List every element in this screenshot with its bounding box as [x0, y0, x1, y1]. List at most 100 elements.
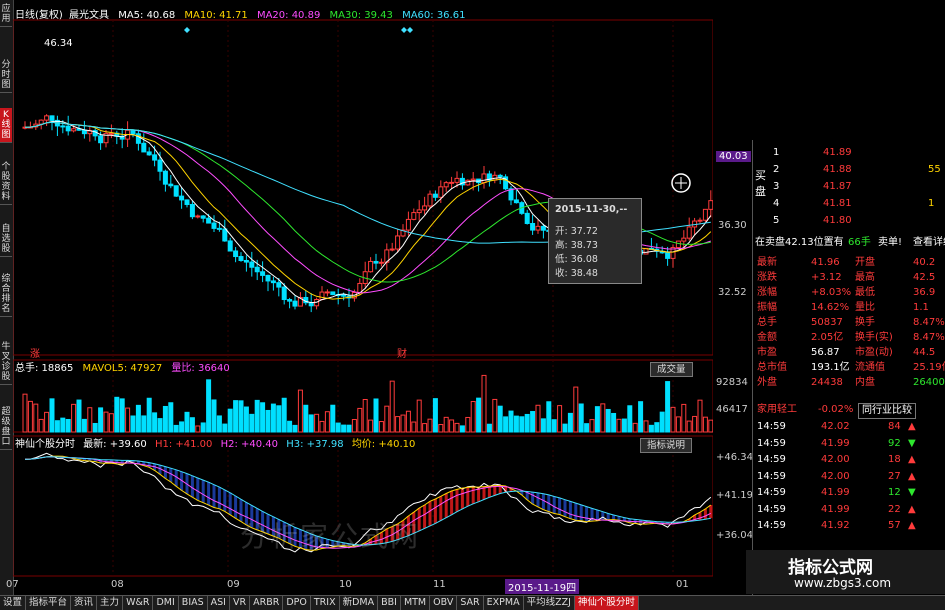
- arrow-up-icon: ▲: [908, 503, 916, 515]
- indicator-tab[interactable]: 资讯: [71, 596, 98, 610]
- indicator-tab[interactable]: 平均线ZZJ: [524, 596, 575, 610]
- indicator-tab[interactable]: 新DMA: [340, 596, 379, 610]
- candle-body: [276, 282, 282, 288]
- indicator-tab[interactable]: DMI: [153, 596, 179, 610]
- volume-bar: [594, 406, 600, 433]
- volume-bar: [459, 425, 465, 433]
- volume-bar: [179, 421, 185, 433]
- candle-body: [481, 173, 487, 184]
- indicator-tab[interactable]: W&R: [123, 596, 154, 610]
- side-tab[interactable]: K线图: [0, 108, 12, 143]
- candle-body: [249, 261, 255, 268]
- indicator-tab[interactable]: 指标平台: [26, 596, 72, 610]
- tick-price: 41.99: [821, 487, 850, 498]
- tick-price: 42.00: [821, 470, 850, 482]
- volume-bar: [200, 422, 206, 433]
- indicator-axis-tick: +41.19: [716, 490, 754, 501]
- indicator-axis-tick: +36.04: [716, 530, 754, 541]
- tick-volume: 12: [888, 487, 901, 498]
- quote-label: 涨幅: [757, 287, 777, 298]
- side-tab[interactable]: 牛叉诊股: [0, 340, 12, 385]
- indicator-tab[interactable]: BIAS: [179, 596, 208, 610]
- indicator-tab[interactable]: 主力: [97, 596, 124, 610]
- side-tab[interactable]: 应用: [0, 2, 12, 27]
- volume-bar: [400, 414, 406, 433]
- indicator-tab[interactable]: 神仙个股分时: [574, 596, 639, 610]
- candle-body: [260, 271, 266, 276]
- industry-name: 家用轻工: [757, 404, 797, 415]
- indicator-tab[interactable]: 设置: [0, 596, 27, 610]
- candle-body: [681, 237, 687, 242]
- diamond-marker-icon: [407, 27, 413, 33]
- volume-bar: [76, 399, 82, 433]
- indicator-tab[interactable]: DPO: [283, 596, 311, 610]
- volume-bar: [449, 419, 455, 433]
- quote-value: 50837: [811, 317, 843, 328]
- tick-volume: 92: [888, 437, 901, 449]
- x-axis-tick: 01: [676, 579, 689, 590]
- indicator-tab[interactable]: SAR: [457, 596, 484, 610]
- industry-compare-button[interactable]: 同行业比较: [858, 403, 916, 419]
- volume-button[interactable]: 成交量: [650, 362, 693, 377]
- volume-bar: [141, 415, 147, 433]
- status-text: 在卖盘42.13位置有: [755, 237, 844, 248]
- volume-bar: [702, 416, 708, 433]
- indicator-tab[interactable]: BBI: [378, 596, 401, 610]
- side-tab[interactable]: 个股资料: [0, 160, 12, 205]
- candle-body: [200, 215, 206, 219]
- volume-bar: [346, 424, 352, 433]
- status-detail-link[interactable]: 查看详细: [913, 236, 945, 250]
- indicator-tab[interactable]: ASI: [208, 596, 230, 610]
- tick-price: 41.99: [821, 503, 850, 515]
- chart-area[interactable]: [12, 0, 714, 595]
- candle-body: [427, 193, 433, 207]
- side-tab[interactable]: 综合排名: [0, 272, 12, 317]
- indicator-tab[interactable]: EXPMA: [484, 596, 524, 610]
- volume-bar: [389, 380, 395, 433]
- candle-body: [686, 226, 692, 239]
- tick-row: 14:59 41.99 92 ▼: [753, 437, 945, 451]
- price-axis-tick: 36.30: [718, 220, 747, 231]
- quote-label: 振幅: [757, 302, 777, 313]
- order-volume: 1: [928, 198, 935, 209]
- volume-mavol: MAVOL5: 47927: [82, 363, 163, 374]
- indicator-tab[interactable]: MTM: [401, 596, 431, 610]
- volume-bar: [567, 412, 573, 433]
- candle-body: [173, 185, 179, 197]
- volume-bar: [281, 397, 287, 433]
- indicator-tab[interactable]: ARBR: [250, 596, 284, 610]
- candle-body: [233, 250, 239, 258]
- indicator-help-button[interactable]: 指标说明: [640, 438, 693, 453]
- order-book-row: 2 41.88 55: [753, 163, 945, 177]
- quote-label: 量比: [855, 302, 875, 313]
- quote-label: 外盘: [757, 377, 777, 388]
- tick-price: 41.92: [821, 520, 850, 531]
- volume-bar: [562, 423, 568, 433]
- x-axis-highlight: 2015-11-19四: [505, 579, 580, 594]
- candle-body: [146, 151, 152, 156]
- volume-bar: [395, 416, 401, 433]
- period-label: 日线(复权): [15, 10, 63, 21]
- volume-bar: [481, 374, 487, 433]
- quote-label: 最低: [855, 287, 875, 298]
- quote-row: 总手 50837 换手 8.47%: [753, 316, 945, 330]
- side-tab[interactable]: 自选股: [0, 222, 12, 257]
- volume-bar: [319, 420, 325, 433]
- kline-chart[interactable]: [12, 0, 714, 595]
- order-level: 5: [773, 215, 780, 226]
- tick-price: 42.00: [821, 454, 850, 465]
- event-marker-left: 涨: [30, 349, 40, 360]
- indicator-tab[interactable]: VR: [230, 596, 251, 610]
- volume-bar: [303, 404, 309, 433]
- side-tab[interactable]: 分时图: [0, 58, 12, 93]
- indicator-tab[interactable]: OBV: [430, 596, 458, 610]
- ma5-label: MA5: 40.68: [118, 10, 176, 21]
- indicator-tab[interactable]: TRIX: [311, 596, 340, 610]
- volume-bar: [276, 405, 282, 433]
- volume-bar: [675, 416, 681, 433]
- industry-pct: -0.02%: [818, 404, 854, 415]
- tick-row: 14:59 41.99 12 ▼: [753, 486, 945, 500]
- volume-bar: [540, 418, 546, 433]
- side-tab[interactable]: 超级盘口: [0, 405, 12, 450]
- candle-body: [497, 174, 503, 178]
